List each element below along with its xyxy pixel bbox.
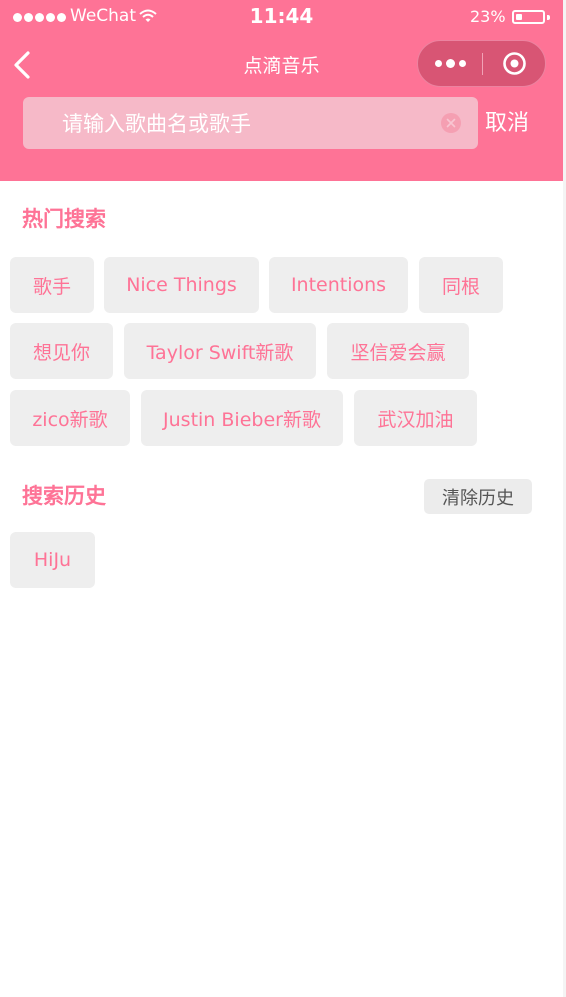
- battery-percent: 23%: [470, 7, 506, 26]
- hot-tag[interactable]: 坚信爱会赢: [327, 323, 469, 379]
- more-dots-icon[interactable]: [418, 41, 482, 86]
- clear-history-button[interactable]: 清除历史: [424, 479, 532, 514]
- hot-tag[interactable]: 同根: [419, 257, 503, 313]
- hot-tag[interactable]: Taylor Swift新歌: [124, 323, 316, 379]
- battery-icon: [512, 10, 545, 24]
- battery-tip: [547, 15, 550, 20]
- history-tag[interactable]: HiJu: [10, 532, 95, 588]
- hot-search-title: 热门搜索: [22, 207, 106, 231]
- search-history-title: 搜索历史: [22, 484, 106, 508]
- hot-tag[interactable]: 武汉加油: [354, 390, 477, 446]
- cancel-button[interactable]: 取消: [485, 110, 529, 138]
- hot-tag[interactable]: Justin Bieber新歌: [141, 390, 343, 446]
- hot-tag[interactable]: Intentions: [269, 257, 408, 313]
- hot-tag[interactable]: 想见你: [10, 323, 113, 379]
- hot-tag[interactable]: 歌手: [10, 257, 94, 313]
- search-box: [23, 97, 478, 149]
- mini-program-capsule: [417, 40, 546, 87]
- status-bar: WeChat 11:44 23%: [0, 0, 563, 34]
- search-input[interactable]: [60, 105, 424, 143]
- capsule-divider: [482, 53, 483, 75]
- hot-tag[interactable]: Nice Things: [104, 257, 259, 313]
- clear-input-icon[interactable]: [441, 113, 461, 133]
- target-circle-icon[interactable]: [502, 51, 527, 76]
- hot-tag[interactable]: zico新歌: [10, 390, 130, 446]
